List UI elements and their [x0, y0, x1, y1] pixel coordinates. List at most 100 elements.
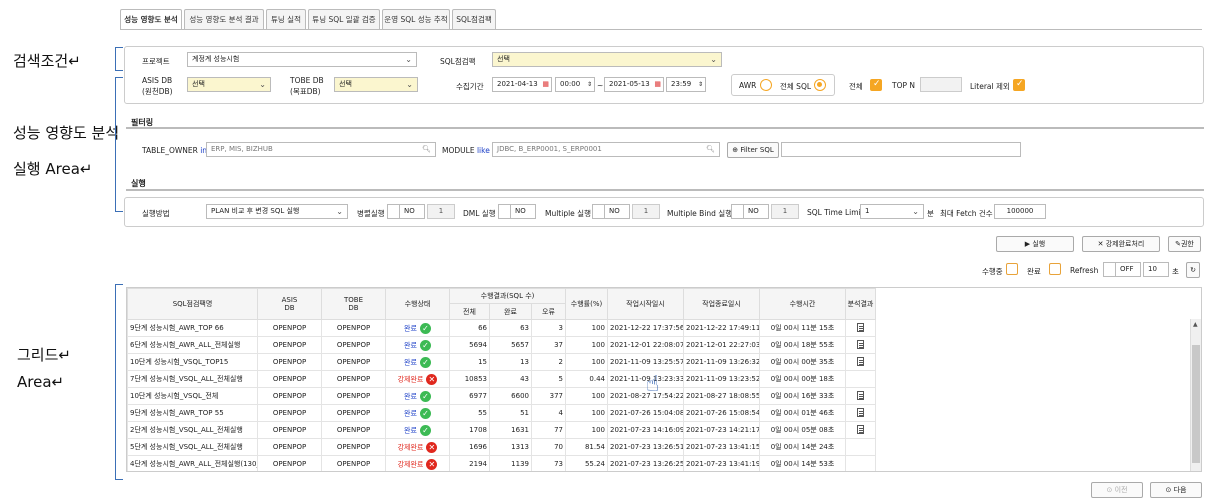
table-row[interactable]: 9단계 성능시험_AWR_TOP 55 OPENPOP OPENPOP 완료 ✓ 55 51…: [127, 404, 1194, 422]
header-name[interactable]: SQL점검팩명: [127, 288, 258, 320]
module-input[interactable]: JDBC, B_ERP0001, S_ERP0001 🔍︎: [492, 142, 720, 157]
literal-checkbox[interactable]: [1013, 79, 1025, 91]
check-circle-icon: ✓: [419, 356, 431, 368]
table-row[interactable]: 5단계 성능시험_VSQL_ALL_전체실행 OPENPOP OPENPOP 강제완료…: [127, 438, 1194, 456]
cell-state: 완료 ✓: [385, 404, 450, 422]
mbind-toggle[interactable]: NO: [731, 204, 769, 219]
cell-analysis[interactable]: [845, 404, 876, 422]
document-icon[interactable]: [857, 356, 864, 366]
header-total[interactable]: 전체: [449, 303, 490, 320]
calendar-icon[interactable]: ▦: [654, 78, 661, 91]
header-asis[interactable]: ASIS DB: [257, 288, 322, 320]
table-row[interactable]: 10단계 성능시험_VSQL_TOP15 OPENPOP OPENPOP 완료 ✓ 15 1…: [127, 353, 1194, 371]
done-checkbox[interactable]: [1049, 263, 1061, 275]
table-row[interactable]: 7단계 성능시험_VSQL_ALL_전체실행 OPENPOP OPENPOP 강제완료…: [127, 370, 1194, 388]
search-icon[interactable]: 🔍︎: [422, 143, 431, 156]
document-icon[interactable]: [857, 424, 864, 434]
cell-analysis[interactable]: [845, 370, 876, 388]
header-time[interactable]: 수행시간: [759, 288, 846, 320]
document-icon[interactable]: [857, 390, 864, 400]
cell-total: 55: [449, 404, 490, 422]
scroll-up-icon[interactable]: ▲: [1193, 321, 1198, 328]
time-from-input[interactable]: 00:00 ⇕: [555, 77, 595, 92]
parallel-toggle[interactable]: NO: [387, 204, 425, 219]
prev-button[interactable]: ⊙ 이전: [1091, 482, 1143, 498]
parallel-count[interactable]: 1: [427, 204, 455, 219]
refresh-icon[interactable]: ↻: [1186, 262, 1200, 278]
table-row[interactable]: 6단계 성능시험_AWR_ALL_전체실행 OPENPOP OPENPOP 완료 ✓ 56…: [127, 336, 1194, 354]
document-icon[interactable]: [857, 339, 864, 349]
cell-analysis[interactable]: [845, 438, 876, 456]
force-complete-button[interactable]: ✕ 강제완료처리: [1082, 236, 1160, 252]
tab-ops-sql-tracking[interactable]: 운영 SQL 성능 추적: [382, 9, 450, 29]
table-row[interactable]: 9단계 성능시험_AWR_TOP 66 OPENPOP OPENPOP 완료 ✓ 66 63…: [127, 319, 1194, 337]
header-tobe[interactable]: TOBE DB: [321, 288, 386, 320]
cell-analysis[interactable]: [845, 421, 876, 439]
multiple-toggle[interactable]: NO: [592, 204, 630, 219]
scroll-thumb[interactable]: [1192, 345, 1200, 463]
cell-analysis[interactable]: [845, 353, 876, 371]
timelimit-select[interactable]: 1 ⌄: [860, 204, 924, 219]
grid-scrollbar[interactable]: ▲: [1190, 319, 1201, 471]
tab-analysis-result[interactable]: 성능 영향도 분석 결과: [184, 9, 264, 29]
date-to-input[interactable]: 2021-05-13 ▦: [604, 77, 664, 92]
tab-tuning-sql-verify[interactable]: 튜닝 SQL 일괄 검증: [308, 9, 380, 29]
all-checkbox[interactable]: [870, 79, 882, 91]
filter-sql-input[interactable]: [781, 142, 1021, 157]
multiple-count[interactable]: 1: [632, 204, 660, 219]
table-row[interactable]: 10단계 성능시험_VSQL_전체 OPENPOP OPENPOP 완료 ✓ 6977 66…: [127, 387, 1194, 405]
project-select[interactable]: 계정계 성능시험 ⌄: [187, 52, 417, 67]
tab-sql-pack[interactable]: SQL점검팩: [452, 9, 496, 29]
table-row[interactable]: 2단계 성능시험_VSQL_ALL_전체실행 OPENPOP OPENPOP 완료 ✓ 1…: [127, 421, 1194, 439]
search-icon[interactable]: 🔍︎: [706, 143, 715, 156]
fetch-input[interactable]: 100000: [994, 204, 1046, 219]
header-end[interactable]: 작업종료일시: [683, 288, 760, 320]
sqlpack-select[interactable]: 선택 ⌄: [492, 52, 722, 67]
cell-analysis[interactable]: [845, 336, 876, 354]
next-button[interactable]: ⊙ 다음: [1150, 482, 1202, 498]
permission-button[interactable]: ✎권한: [1168, 236, 1201, 252]
date-from-input[interactable]: 2021-04-13 ▦: [492, 77, 552, 92]
header-state[interactable]: 수행상태: [385, 288, 450, 320]
document-icon[interactable]: [857, 407, 864, 417]
cell-analysis[interactable]: [845, 319, 876, 337]
document-icon[interactable]: [857, 322, 864, 332]
exec-divider: [126, 189, 1204, 191]
cell-done: 1139: [489, 455, 532, 471]
spinner-icon[interactable]: ⇕: [698, 78, 703, 91]
method-select[interactable]: PLAN 비교 후 변경 SQL 실행 ⌄: [206, 204, 348, 219]
cell-rate: 100: [565, 421, 608, 439]
refresh-toggle[interactable]: OFF: [1103, 262, 1141, 277]
mbind-count[interactable]: 1: [771, 204, 799, 219]
cell-asis: OPENPOP: [257, 336, 322, 354]
topn-input[interactable]: [920, 77, 962, 92]
header-done[interactable]: 완료: [489, 303, 532, 320]
tab-tuning-record[interactable]: 튜닝 실적: [266, 9, 306, 29]
running-checkbox[interactable]: [1006, 263, 1018, 275]
x-circle-icon: ✕: [426, 373, 438, 385]
calendar-icon[interactable]: ▦: [542, 78, 549, 91]
run-button[interactable]: ▶ 실행: [996, 236, 1074, 252]
filter-sql-button[interactable]: ⊕ Filter SQL: [727, 142, 779, 158]
cell-analysis[interactable]: [845, 455, 876, 471]
chevron-down-icon: ⌄: [406, 80, 413, 89]
spinner-icon[interactable]: ⇕: [587, 78, 592, 91]
cell-analysis[interactable]: [845, 387, 876, 405]
header-analysis[interactable]: 분석결과: [845, 288, 876, 320]
header-rate[interactable]: 수행률(%): [565, 288, 608, 320]
cell-total: 2194: [449, 455, 490, 471]
time-to-input[interactable]: 23:59 ⇕: [666, 77, 706, 92]
header-error[interactable]: 오류: [531, 303, 566, 320]
all-sql-radio[interactable]: [814, 79, 826, 91]
dml-toggle[interactable]: NO: [498, 204, 536, 219]
awr-radio[interactable]: [760, 79, 772, 91]
refresh-interval[interactable]: 10: [1143, 262, 1169, 277]
cell-time: 0일 00시 14분 53초: [759, 455, 846, 471]
owner-input[interactable]: ERP, MIS, BIZHUB 🔍︎: [206, 142, 436, 157]
table-row[interactable]: 4단계 성능시험_AWR_ALL_전체실행(130_ OPENPOP OPENPOP…: [127, 455, 1194, 471]
next-icon: ⊙: [1165, 486, 1172, 494]
header-start[interactable]: 작업시작일시: [607, 288, 684, 320]
tobe-db-select[interactable]: 선택 ⌄: [334, 77, 418, 92]
asis-db-select[interactable]: 선택 ⌄: [187, 77, 271, 92]
tab-performance-analysis[interactable]: 성능 영향도 분석: [120, 9, 182, 30]
